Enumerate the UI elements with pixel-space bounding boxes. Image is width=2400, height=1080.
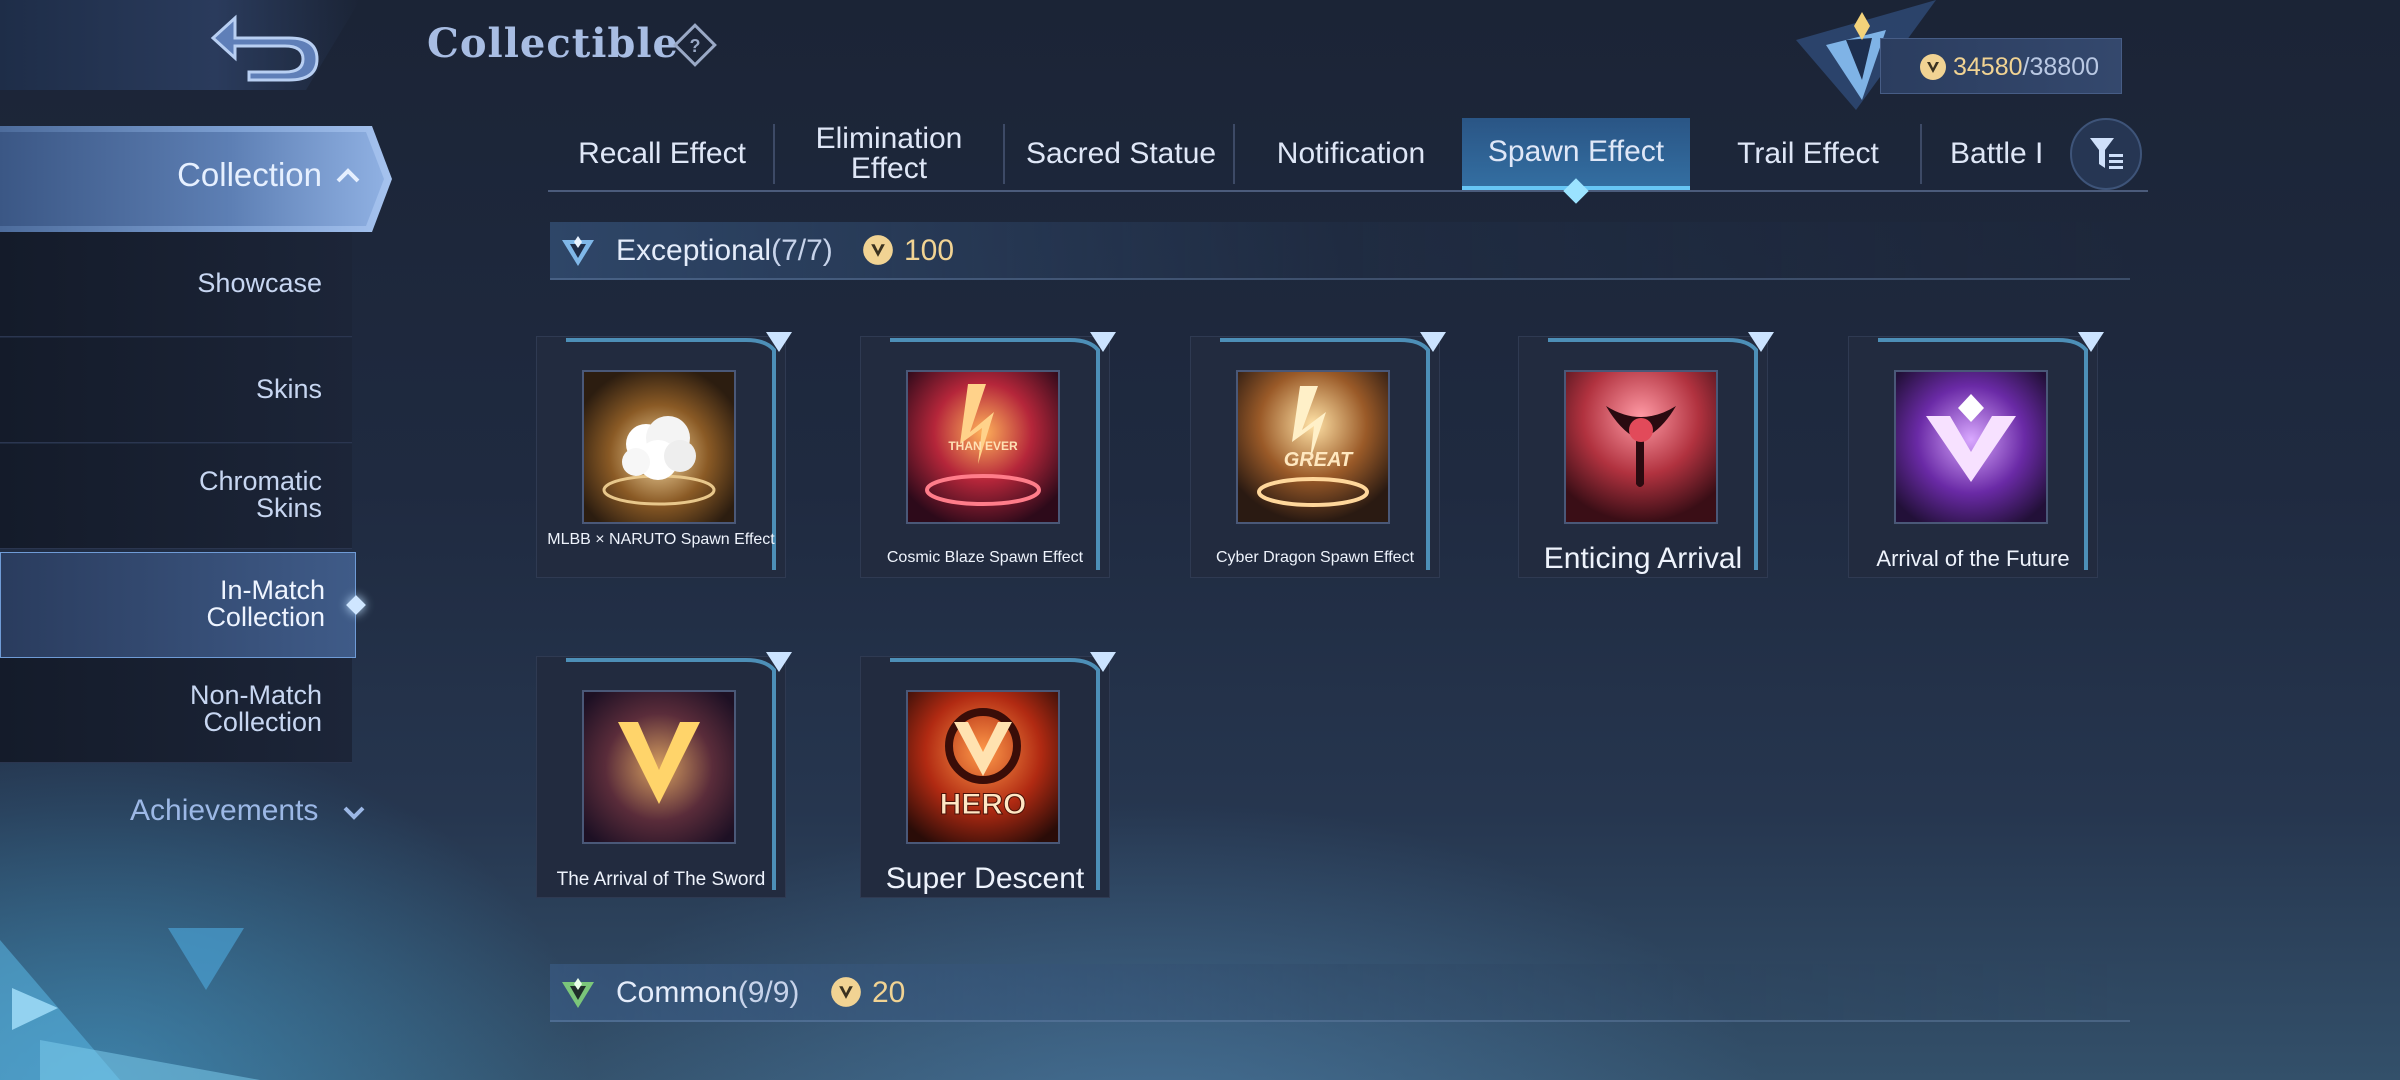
back-arrow-icon — [210, 14, 319, 82]
sidebar-item-label: Showcase — [197, 268, 322, 298]
tab-notification[interactable]: Notification — [1237, 118, 1465, 190]
tab-battle[interactable]: Battle I — [1922, 118, 2074, 190]
menu-collection-label: Collection — [177, 156, 322, 193]
tab-separator — [773, 124, 775, 184]
item-name: MLBB × NARUTO Spawn Effect — [547, 531, 775, 548]
item-thumbnail — [582, 370, 736, 524]
sidebar-achievements[interactable]: Achievements — [130, 794, 367, 828]
question-diamond-icon: ? — [673, 23, 717, 67]
section-title: Exceptional(7/7) — [616, 234, 833, 267]
category-tabs: Recall Effect Elimination Effect Sacred … — [548, 118, 2148, 204]
tab-trail-effect[interactable]: Trail Effect — [1694, 118, 1922, 190]
collectible-card[interactable]: THAN EVER Cosmic Blaze Spawn Effect — [860, 318, 1116, 578]
collectible-card[interactable]: GREAT Cyber Dragon Spawn Effect — [1190, 318, 1446, 578]
item-name: Enticing Arrival — [1543, 542, 1743, 575]
item-thumbnail — [1894, 370, 2048, 524]
tab-separator — [1003, 124, 1005, 184]
item-thumbnail — [582, 690, 736, 844]
sidebar-item-showcase[interactable]: Showcase — [0, 232, 352, 337]
section-header-exceptional: Exceptional(7/7) 100 — [550, 222, 2130, 280]
item-thumbnail — [1564, 370, 1718, 524]
menu-collection[interactable]: Collection — [0, 126, 392, 232]
achievements-label: Achievements — [130, 794, 319, 827]
section-header-common: Common(9/9) 20 — [550, 964, 2130, 1022]
collectible-card[interactable]: Enticing Arrival — [1518, 318, 1774, 578]
item-name: Arrival of the Future — [1876, 546, 2070, 571]
filter-button[interactable] — [2070, 118, 2142, 190]
section-reward: 20 — [872, 976, 906, 1009]
item-name: The Arrival of The Sword — [556, 869, 766, 890]
collectible-card[interactable]: Arrival of the Future — [1848, 318, 2104, 578]
sidebar-item-label: Skins — [255, 374, 322, 404]
tab-sacred-statue[interactable]: Sacred Statue — [1007, 118, 1235, 190]
filter-icon — [2090, 138, 2123, 169]
chevron-up-icon — [336, 168, 360, 183]
sidebar-item-non-match-collection[interactable]: Non-Match Collection — [0, 658, 352, 763]
back-button[interactable] — [205, 12, 325, 82]
artwork-caption: HERO — [940, 788, 1027, 821]
sidebar-item-label: Chromatic Skins — [198, 466, 322, 523]
common-emblem-icon — [562, 978, 594, 1008]
item-name: Cosmic Blaze Spawn Effect — [886, 549, 1084, 566]
collectible-card[interactable]: The Arrival of The Sword — [536, 638, 792, 898]
artwork-caption: GREAT — [1284, 449, 1354, 471]
sidebar-item-in-match-collection[interactable]: In-Match Collection — [0, 552, 366, 658]
item-thumbnail: GREAT — [1236, 370, 1390, 524]
battle-point-coin-icon — [831, 977, 861, 1007]
sidebar-item-chromatic-skins[interactable]: Chromatic Skins — [0, 444, 352, 549]
item-name: Super Descent — [885, 862, 1085, 895]
chevron-down-icon — [343, 806, 365, 820]
battle-point-coin-icon — [863, 235, 893, 265]
collectible-card[interactable]: MLBB × NARUTO Spawn Effect — [536, 318, 792, 578]
collectible-card[interactable]: HERO Super Descent — [860, 638, 1116, 898]
svg-text:?: ? — [690, 36, 701, 56]
battle-points-value: 34580/38800 — [1953, 53, 2099, 81]
sidebar-item-label: Non-Match Collection — [189, 680, 322, 737]
item-name: Cyber Dragon Spawn Effect — [1215, 549, 1415, 566]
crystal-decoration — [0, 928, 260, 1080]
artwork-caption: THAN EVER — [948, 439, 1018, 453]
battle-point-coin-icon — [1920, 54, 1946, 80]
section-title: Common(9/9) — [616, 976, 800, 1009]
sidebar-item-label: In-Match Collection — [206, 575, 325, 632]
active-indicator — [346, 595, 366, 615]
tab-separator — [1233, 124, 1235, 184]
tab-elimination-effect[interactable]: Elimination Effect — [777, 118, 1001, 190]
battle-points-display: 34580/38800 — [1880, 38, 2122, 94]
tab-recall-effect[interactable]: Recall Effect — [548, 118, 776, 190]
section-reward: 100 — [904, 234, 955, 267]
exceptional-emblem-icon — [562, 236, 594, 266]
sidebar-item-skins[interactable]: Skins — [0, 338, 352, 443]
help-button[interactable]: ? — [672, 22, 718, 68]
item-thumbnail: HERO — [906, 690, 1060, 844]
item-thumbnail: THAN EVER — [906, 370, 1060, 524]
page-title: Collectible — [427, 20, 679, 67]
